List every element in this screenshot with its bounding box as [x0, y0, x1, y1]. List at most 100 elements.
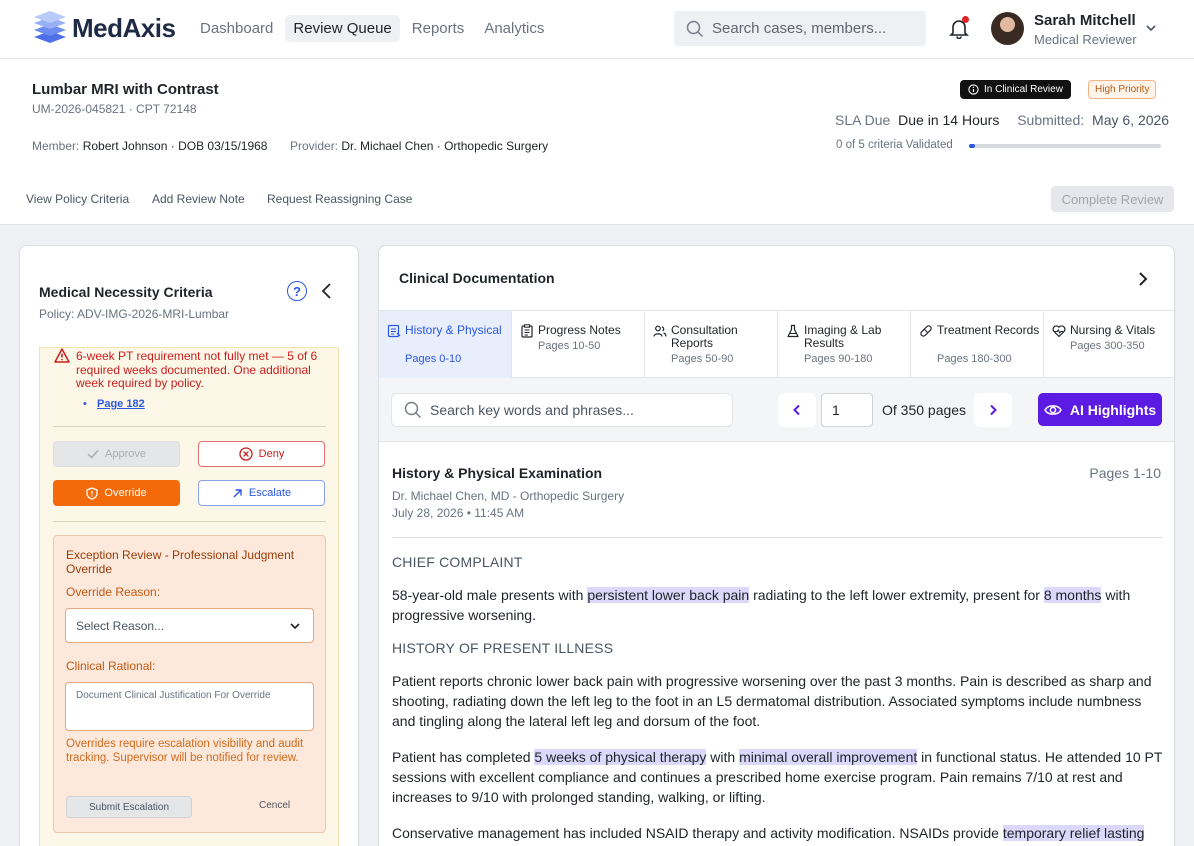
nav-analytics[interactable]: Analytics	[476, 15, 552, 42]
case-id: UM-2026-045821 · CPT 72148	[32, 102, 197, 116]
clinical-rationale-textarea[interactable]: Document Clinical Justification For Over…	[65, 682, 314, 731]
nav-dashboard[interactable]: Dashboard	[192, 15, 281, 42]
global-search[interactable]	[674, 11, 926, 46]
tab-label: History & Physical	[405, 323, 502, 337]
approve-button[interactable]: Approve	[53, 441, 180, 467]
criteria-status-text: 0 of 5 criteria Validated	[836, 139, 953, 151]
nav-review-queue[interactable]: Review Queue	[285, 15, 400, 42]
main-nav: Dashboard Review Queue Reports Analytics	[192, 15, 552, 42]
tab-pages: Pages 10-50	[538, 340, 601, 352]
chevron-left-icon[interactable]	[320, 281, 334, 301]
tab-nursing-vitals[interactable]: Nursing & Vitals Pages 300-350	[1044, 311, 1174, 378]
chevron-right-icon	[990, 404, 997, 416]
ai-highlight[interactable]: temporary relief lasting	[1002, 825, 1145, 841]
cancel-button[interactable]: Cencel	[259, 800, 290, 811]
clinical-rationale-label: Clinical Rational:	[66, 659, 156, 673]
previous-page-button[interactable]	[778, 393, 816, 427]
divider	[392, 537, 1162, 538]
eye-icon	[1043, 404, 1062, 415]
page-total: Of 350 pages	[882, 402, 967, 418]
page-reference-link[interactable]: Page 182	[97, 398, 145, 410]
tab-treatment-records[interactable]: Treatment Records Pages 180-300	[911, 311, 1044, 378]
hpi-paragraph-3: Conservative management has included NSA…	[392, 823, 1166, 843]
ai-highlight[interactable]: 5 weeks of physical therapy	[534, 749, 707, 765]
text-span: with	[706, 749, 740, 765]
tab-progress-notes[interactable]: Progress Notes Pages 10-50	[512, 311, 645, 378]
override-reason-value: Select Reason...	[76, 618, 165, 633]
tab-imaging-lab[interactable]: Imaging & Lab Results Pages 90-180	[778, 311, 911, 378]
member-label: Member:	[32, 139, 80, 153]
criteria-scroll-area[interactable]: 6-week PT requirement not fully met — 5 …	[39, 347, 339, 846]
tab-pages: Pages 180-300	[937, 353, 1012, 365]
document-date: July 28, 2026 • 11:45 AM	[392, 506, 525, 520]
override-label: Override	[104, 487, 147, 499]
document-search[interactable]	[391, 393, 733, 427]
ai-highlights-button[interactable]: AI Highlights	[1038, 393, 1162, 426]
flask-icon	[787, 324, 799, 338]
submitted-label: Submitted:	[1017, 112, 1085, 128]
divider	[53, 426, 326, 427]
escalate-button[interactable]: Escalate	[198, 480, 325, 506]
divider	[53, 521, 326, 522]
tab-label: Consultation Reports	[671, 323, 738, 350]
sla-label: SLA Due	[835, 112, 891, 128]
status-badge-label: In Clinical Review	[984, 84, 1063, 95]
add-review-note-link[interactable]: Add Review Note	[152, 192, 245, 206]
criteria-progress-bar	[969, 144, 1161, 148]
warning-icon	[54, 348, 70, 363]
document-title: History & Physical Examination	[392, 465, 603, 481]
hpi-paragraph-1: Patient reports chronic lower back pain …	[392, 673, 1152, 729]
approve-label: Approve	[105, 448, 146, 460]
text-span: 58-year-old male presents with	[392, 587, 588, 603]
provider-info: Provider: Dr. Michael Chen · Orthopedic …	[290, 139, 548, 153]
document-author: Dr. Michael Chen, MD - Orthopedic Surger…	[392, 489, 625, 503]
next-page-button[interactable]	[974, 393, 1012, 427]
user-name: Sarah Mitchell	[1034, 12, 1136, 29]
sla-value: Due in 14 Hours	[898, 112, 1000, 128]
view-policy-criteria-link[interactable]: View Policy Criteria	[26, 192, 129, 206]
member-info: Member: Robert Johnson · DOB 03/15/1968	[32, 139, 267, 153]
override-button[interactable]: Override	[53, 480, 180, 506]
ai-highlight[interactable]: 8 months	[1043, 587, 1102, 603]
chevron-down-icon[interactable]	[1145, 22, 1157, 34]
chevron-right-icon[interactable]	[1137, 271, 1149, 287]
submit-escalation-button[interactable]: Submit Escalation	[66, 796, 192, 818]
ai-highlight[interactable]: minimal overall improvement	[739, 749, 918, 765]
sla-info: SLA Due Due in 14 Hours Submitted: May 6…	[835, 112, 1169, 128]
notification-dot	[962, 16, 969, 23]
case-title: Lumbar MRI with Contrast	[32, 81, 219, 98]
documentation-panel: Clinical Documentation History & Physica…	[378, 245, 1175, 846]
pill-icon	[920, 325, 932, 337]
document-search-input[interactable]	[430, 402, 720, 418]
people-icon	[653, 325, 667, 337]
tab-pages: Pages 300-350	[1070, 340, 1145, 352]
text-span: Conservative management has included NSA…	[392, 825, 1003, 841]
criteria-panel-title: Medical Necessity Criteria	[39, 284, 213, 300]
tab-label: Imaging & Lab Results	[804, 323, 882, 350]
help-icon[interactable]: ?	[287, 281, 307, 301]
criteria-progress-fill	[969, 144, 975, 148]
tab-pages: Pages 90-180	[804, 353, 873, 365]
search-icon	[686, 20, 704, 37]
ai-highlight[interactable]: persistent lower back pain	[587, 587, 750, 603]
complete-review-button[interactable]: Complete Review	[1051, 186, 1174, 212]
request-reassign-link[interactable]: Request Reassigning Case	[267, 192, 412, 206]
hpi-paragraph-2: Patient has completed 5 weeks of physica…	[392, 747, 1166, 807]
override-reason-select[interactable]: Select Reason...	[65, 608, 314, 643]
provider-value: Dr. Michael Chen · Orthopedic Surgery	[341, 139, 549, 153]
criteria-panel: Medical Necessity Criteria Policy: ADV-I…	[19, 245, 359, 846]
exception-title: Exception Review - Professional Judgment…	[66, 548, 295, 576]
exception-review-box: Exception Review - Professional Judgment…	[53, 535, 326, 833]
text-span: Patient has completed	[392, 749, 535, 765]
member-value: Robert Johnson · DOB 03/15/1968	[82, 139, 268, 153]
deny-button[interactable]: Deny	[198, 441, 325, 467]
tab-consultation-reports[interactable]: Consultation Reports Pages 50-90	[645, 311, 778, 378]
page-number-input[interactable]: 1	[821, 393, 873, 427]
nav-reports[interactable]: Reports	[404, 15, 473, 42]
user-avatar[interactable]	[991, 12, 1024, 45]
app-logo[interactable]: MedAxis	[32, 11, 176, 45]
global-search-input[interactable]	[712, 20, 912, 37]
tab-history-physical[interactable]: History & Physical Pages 0-10	[379, 311, 512, 378]
clipboard-icon	[521, 324, 533, 338]
override-reason-label: Override Reason:	[66, 585, 161, 599]
